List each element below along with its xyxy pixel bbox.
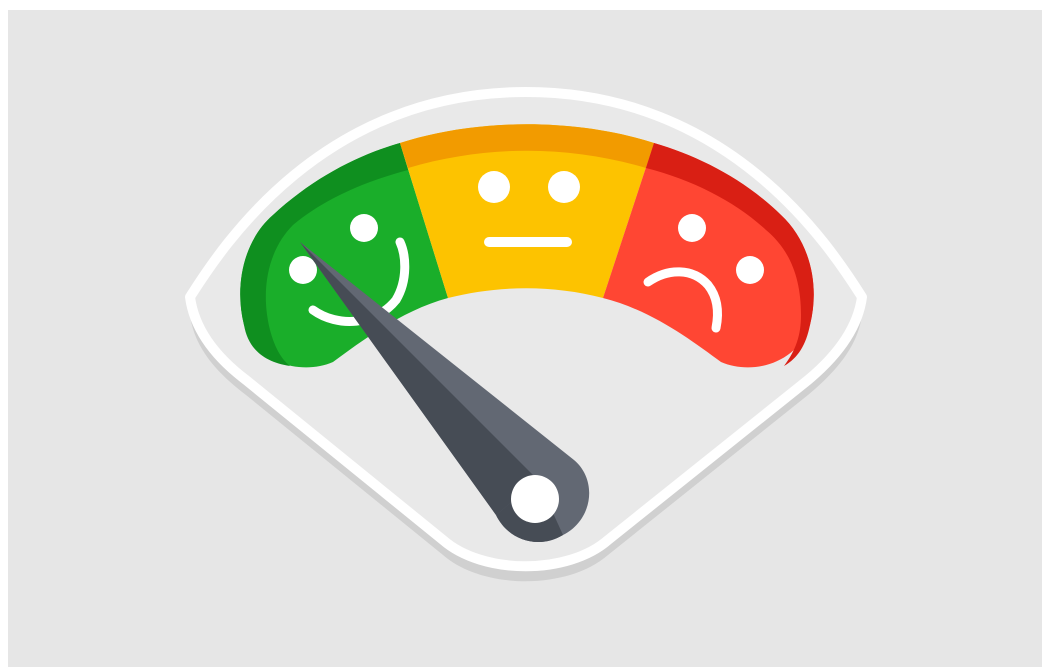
satisfaction-gauge-illustration — [185, 87, 867, 582]
image-canvas — [8, 10, 1042, 667]
gauge-needle-hub — [511, 475, 559, 523]
